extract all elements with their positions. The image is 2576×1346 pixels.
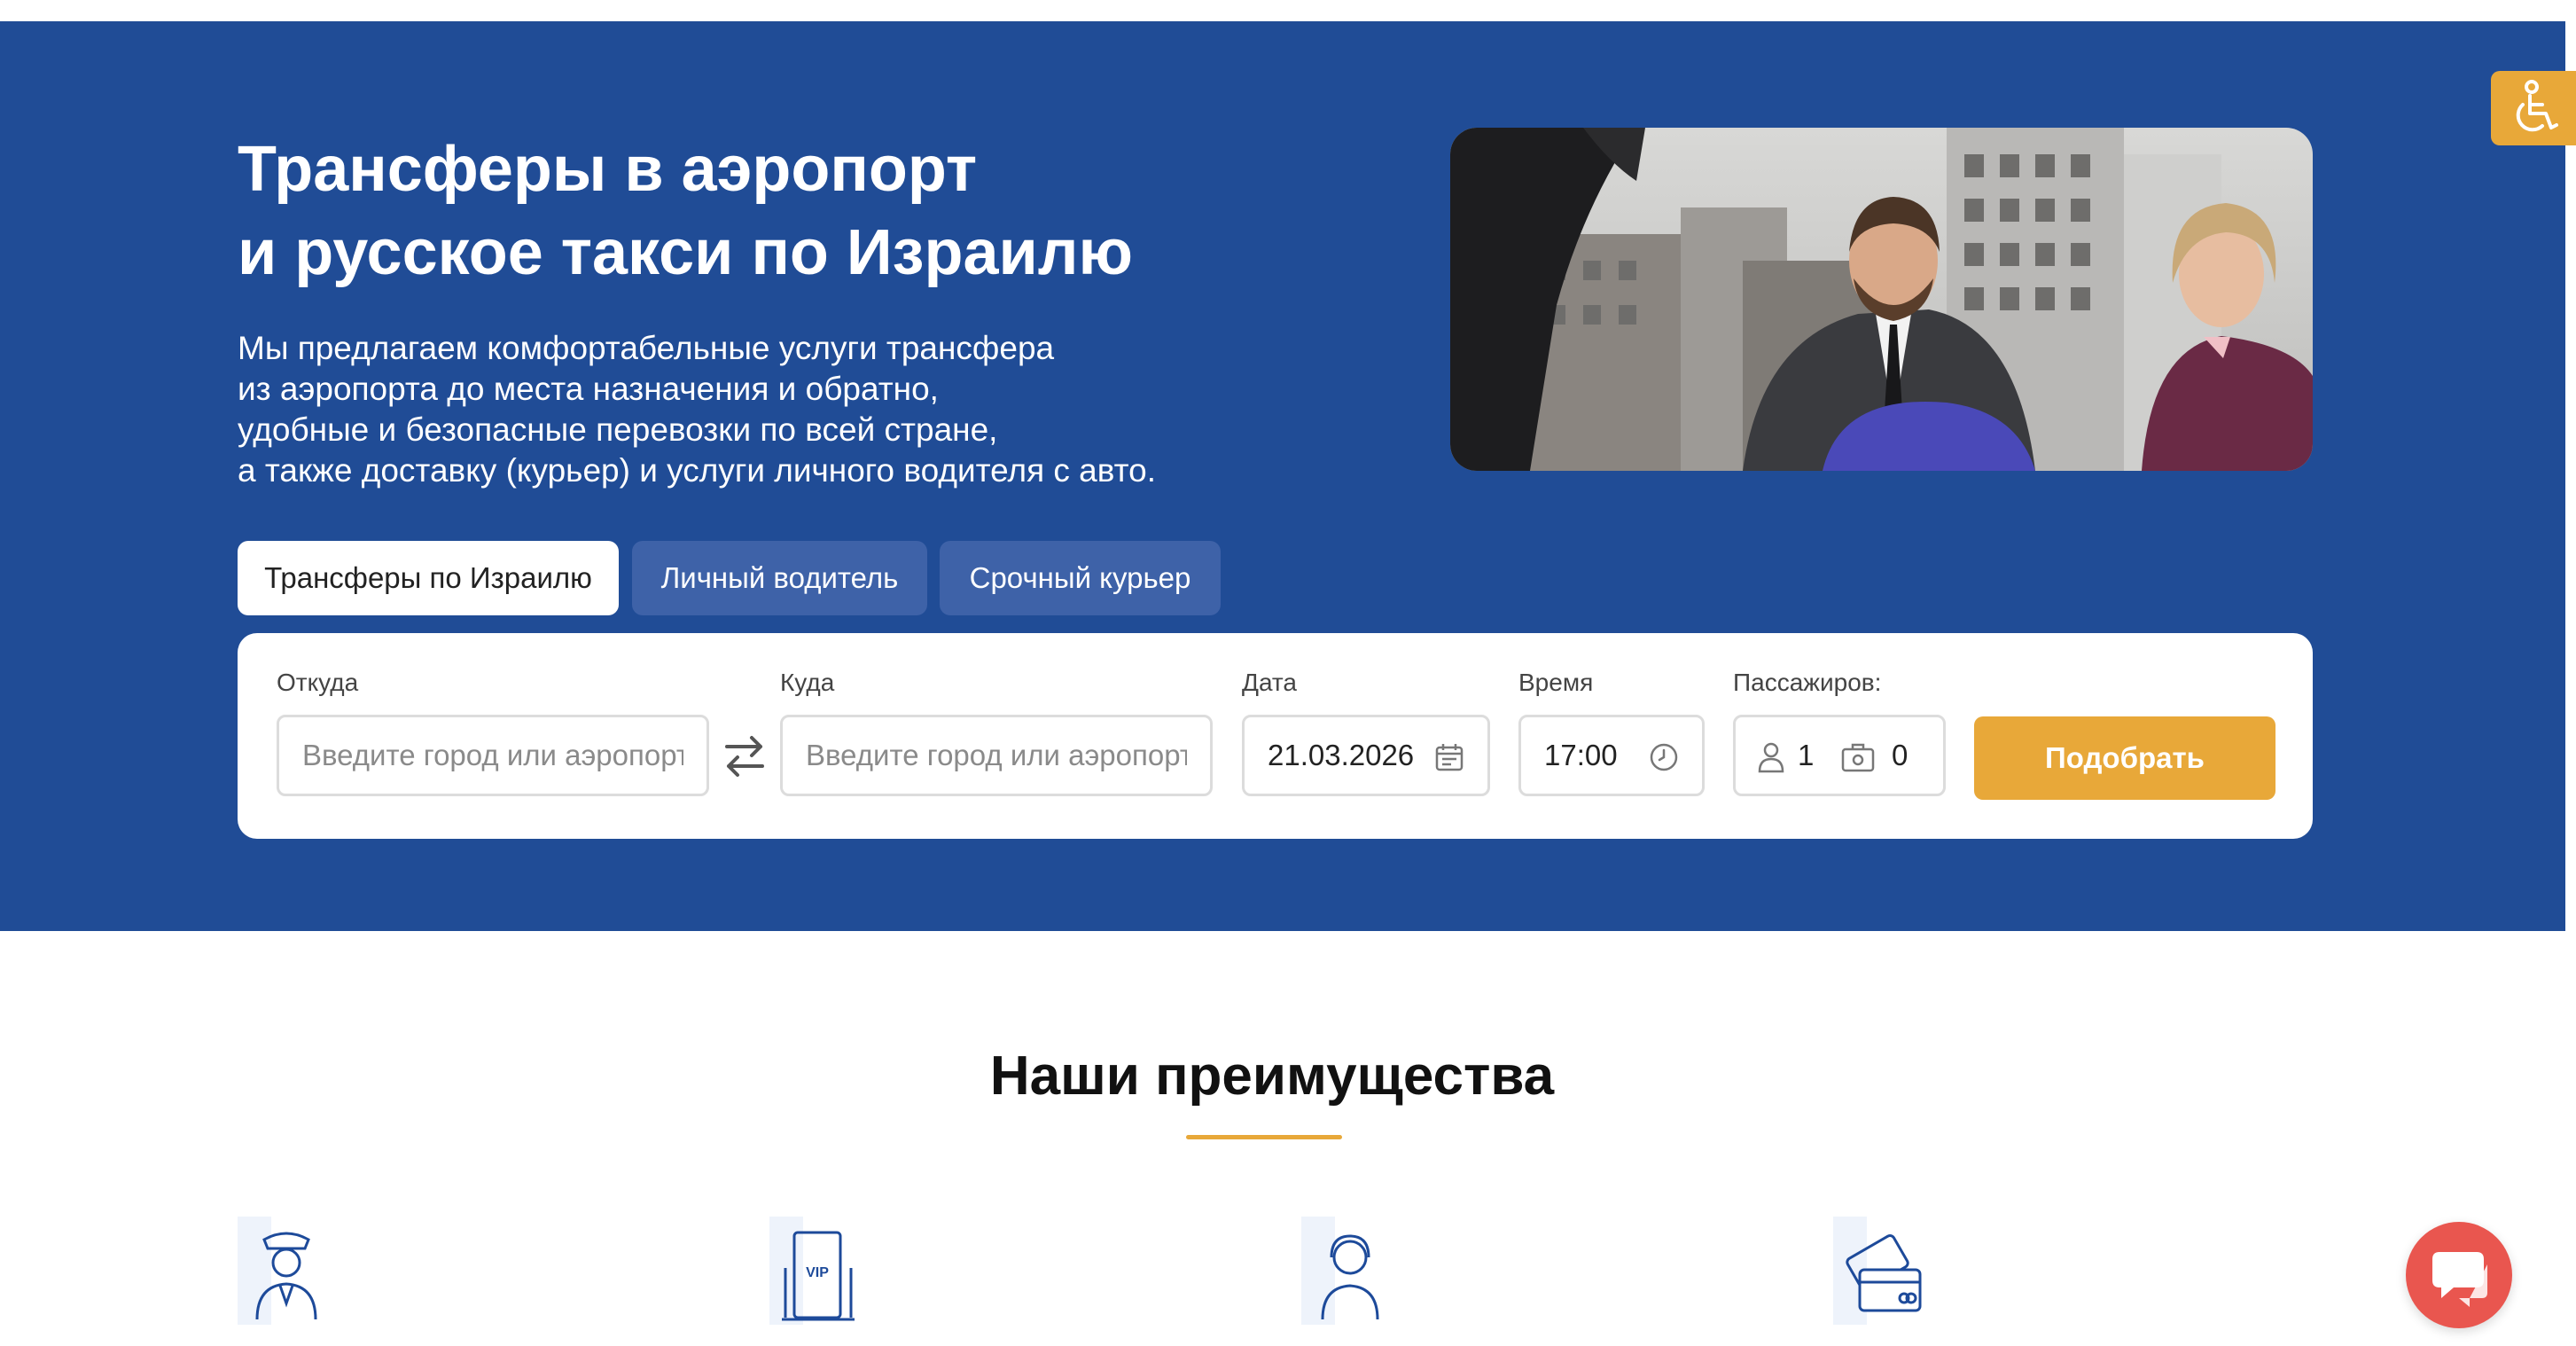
hero-title-line-2: и русское такси по Израилю [238, 217, 1133, 288]
hero-title: Трансферы в аэропорт и русское такси по … [238, 128, 1390, 294]
driver-icon [238, 1215, 335, 1330]
search-submit-button[interactable]: Подобрать [1974, 716, 2275, 800]
swap-arrows-icon [725, 736, 764, 777]
hero-desc-line-2: из аэропорта до места назначения и обрат… [238, 371, 939, 407]
svg-text:VIP: VIP [806, 1265, 829, 1280]
hero-desc-line-1: Мы предлагаем комфортабельные услуги тра… [238, 330, 1055, 366]
tab-transfers[interactable]: Трансферы по Израилю [238, 541, 619, 615]
passengers-field[interactable]: 1 0 [1733, 715, 1946, 796]
time-value: 17:00 [1544, 739, 1618, 771]
hero-description: Мы предлагаем комфортабельные услуги тра… [238, 328, 1523, 491]
to-input[interactable] [780, 715, 1213, 796]
person-icon [1758, 742, 1784, 773]
title-underline [1186, 1135, 1342, 1139]
clock-icon [1650, 743, 1678, 771]
accessibility-button[interactable] [2491, 71, 2576, 145]
date-field[interactable]: 21.03.2026 [1242, 715, 1490, 796]
hero-section: Трансферы в аэропорт и русское такси по … [0, 21, 2565, 931]
top-bar [0, 0, 2576, 21]
payment-card-icon [1833, 1215, 1931, 1330]
luggage-count: 0 [1892, 739, 1909, 771]
chat-bubble-icon [2432, 1252, 2487, 1307]
tab-personal-driver[interactable]: Личный водитель [632, 541, 927, 615]
vip-icon: VIP [769, 1215, 867, 1330]
hero-title-line-1: Трансферы в аэропорт [238, 134, 978, 205]
tab-urgent-courier[interactable]: Срочный курьер [940, 541, 1221, 615]
chat-button[interactable] [2406, 1222, 2512, 1328]
wheelchair-icon [2516, 80, 2558, 132]
booking-form: Откуда Куда Дата 21.03.2026 Время 17:00 [238, 633, 2313, 839]
hero-photo [1450, 128, 2313, 471]
to-label: Куда [780, 669, 835, 696]
time-field[interactable]: 17:00 [1518, 715, 1705, 796]
luggage-icon [1841, 743, 1875, 772]
from-input[interactable] [277, 715, 709, 796]
support-operator-icon [1301, 1215, 1399, 1330]
calendar-icon [1435, 744, 1464, 771]
swap-direction-button[interactable] [720, 729, 769, 782]
passengers-label: Пассажиров: [1733, 669, 1882, 696]
date-value: 21.03.2026 [1268, 739, 1415, 771]
time-label: Время [1518, 669, 1594, 696]
features-section-title: Наши преимущества [989, 1045, 1555, 1107]
date-label: Дата [1242, 669, 1298, 696]
from-label: Откуда [277, 669, 359, 696]
hero-desc-line-3: удобные и безопасные перевозки по всей с… [238, 411, 998, 448]
hero-desc-line-4: а также доставку (курьер) и услуги лично… [238, 452, 1156, 489]
passengers-count: 1 [1798, 739, 1815, 771]
